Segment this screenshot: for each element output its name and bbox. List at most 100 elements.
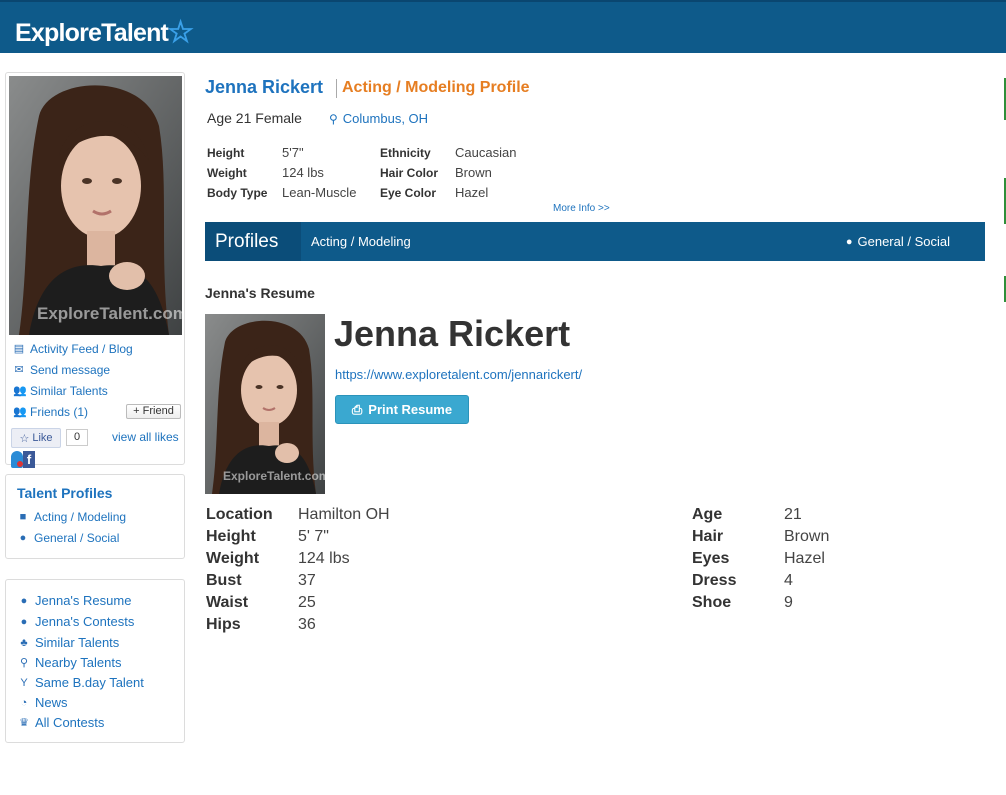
user-icon: ● bbox=[19, 532, 27, 544]
resume-height-label: Height bbox=[206, 528, 256, 545]
similar-talents-nav-link[interactable]: ♣ Similar Talents bbox=[18, 635, 119, 650]
body-type-value: Lean-Muscle bbox=[282, 185, 357, 200]
link-label: News bbox=[35, 695, 68, 710]
envelope-icon: ✉ bbox=[14, 364, 24, 376]
weight-value: 124 lbs bbox=[282, 165, 324, 180]
glass-icon: Y bbox=[20, 676, 28, 689]
profiles-tab-title: Profiles bbox=[205, 222, 301, 261]
portrait-image bbox=[9, 76, 182, 335]
button-label: Print Resume bbox=[368, 402, 453, 417]
portrait-image bbox=[205, 314, 325, 494]
location-label: Columbus, OH bbox=[342, 111, 429, 126]
profiles-bar: Profiles Acting / Modeling ● General / S… bbox=[205, 222, 985, 261]
resume-hips-value: 36 bbox=[298, 616, 316, 633]
video-camera-icon: ■ bbox=[19, 511, 27, 523]
resume-bust-value: 37 bbox=[298, 572, 316, 589]
body-type-label: Body Type bbox=[207, 186, 268, 200]
users-icon: 👥 bbox=[13, 385, 27, 397]
link-label: Similar Talents bbox=[30, 384, 108, 398]
hair-color-value: Brown bbox=[455, 165, 492, 180]
activity-feed-link[interactable]: ▤ Activity Feed / Blog bbox=[13, 342, 133, 356]
user-icon: ● bbox=[845, 235, 853, 248]
location-link[interactable]: ⚲ Columbus, OH bbox=[329, 111, 428, 126]
map-marker-icon: ⚲ bbox=[19, 656, 29, 669]
resume-age-label: Age bbox=[692, 506, 723, 523]
profile-name[interactable]: Jenna Rickert bbox=[205, 77, 323, 98]
height-label: Height bbox=[207, 146, 245, 160]
link-label: General / Social bbox=[34, 531, 120, 545]
age-gender: Age 21 Female bbox=[207, 110, 302, 126]
link-label: Send message bbox=[30, 363, 111, 377]
resume-shoe-value: 9 bbox=[784, 594, 793, 611]
resume-photo: ExploreTalent.com bbox=[205, 314, 325, 494]
resume-weight-value: 124 lbs bbox=[298, 550, 350, 567]
print-resume-button[interactable]: ⎙ Print Resume bbox=[335, 395, 469, 424]
user-icon: ● bbox=[20, 615, 28, 628]
resume-link[interactable]: ● Jenna's Resume bbox=[18, 593, 132, 608]
print-icon: ⎙ bbox=[351, 401, 363, 417]
feed-icon: ▤ bbox=[13, 343, 25, 355]
rss-icon: ◔ bbox=[20, 696, 28, 709]
resume-hair-value: Brown bbox=[784, 528, 830, 545]
height-value: 5'7" bbox=[282, 145, 304, 160]
news-link[interactable]: ◔ News bbox=[18, 695, 68, 710]
hair-color-label: Hair Color bbox=[380, 166, 439, 180]
resume-hips-label: Hips bbox=[206, 616, 241, 633]
acting-modeling-tab[interactable]: Acting / Modeling bbox=[311, 234, 411, 249]
facebook-icon[interactable]: f bbox=[23, 451, 35, 468]
friends-link[interactable]: 👥 Friends (1) bbox=[13, 405, 88, 419]
social-icons: f bbox=[11, 451, 35, 468]
add-friend-button[interactable]: + Friend bbox=[126, 404, 181, 419]
weight-label: Weight bbox=[207, 166, 247, 180]
star-icon: ☆ bbox=[19, 432, 30, 445]
like-label: Like bbox=[32, 432, 53, 444]
resume-location-value: Hamilton OH bbox=[298, 506, 390, 523]
profile-photo[interactable]: ExploreTalent.com bbox=[9, 76, 182, 335]
link-label: Acting / Modeling bbox=[34, 510, 127, 524]
view-all-likes-link[interactable]: view all likes bbox=[112, 430, 179, 444]
link-label: Activity Feed / Blog bbox=[30, 342, 133, 356]
link-label: Nearby Talents bbox=[35, 655, 122, 670]
map-marker-icon: ⚲ bbox=[329, 111, 338, 126]
resume-hair-label: Hair bbox=[692, 528, 724, 545]
link-label: Friends (1) bbox=[30, 405, 89, 419]
link-label: Jenna's Resume bbox=[35, 593, 132, 608]
explore-talent-logo[interactable]: ExploreTalent☆ bbox=[15, 14, 194, 49]
all-contests-link[interactable]: ♛ All Contests bbox=[18, 715, 104, 730]
resume-eyes-label: Eyes bbox=[692, 550, 730, 567]
like-count: 0 bbox=[66, 429, 88, 446]
ethnicity-value: Caucasian bbox=[455, 145, 517, 160]
resume-name: Jenna Rickert bbox=[334, 313, 571, 354]
profile-url-link[interactable]: https://www.exploretalent.com/jennaricke… bbox=[335, 367, 582, 382]
more-info-link[interactable]: More Info >> bbox=[553, 203, 610, 214]
link-label: Same B.day Talent bbox=[35, 675, 144, 690]
talent-profiles-title: Talent Profiles bbox=[17, 485, 113, 501]
user-icon: ● bbox=[20, 594, 28, 607]
ghost-icon[interactable] bbox=[11, 451, 23, 468]
resume-waist-label: Waist bbox=[206, 594, 249, 611]
eye-color-value: Hazel bbox=[455, 185, 489, 200]
general-social-tab[interactable]: ● General / Social bbox=[846, 234, 950, 249]
watermark: ExploreTalent.com bbox=[223, 469, 325, 483]
send-message-link[interactable]: ✉ Send message bbox=[13, 363, 110, 377]
link-label: Similar Talents bbox=[35, 635, 120, 650]
top-navbar: ExploreTalent☆ bbox=[0, 0, 1006, 53]
link-label: Jenna's Contests bbox=[35, 614, 135, 629]
similar-talents-link[interactable]: 👥 Similar Talents bbox=[13, 384, 108, 398]
trophy-icon: ♛ bbox=[19, 716, 29, 729]
resume-eyes-value: Hazel bbox=[784, 550, 825, 567]
tab-label: General / Social bbox=[857, 234, 951, 249]
same-bday-link[interactable]: Y Same B.day Talent bbox=[18, 675, 144, 690]
resume-dress-label: Dress bbox=[692, 572, 737, 589]
sitemap-icon: ♣ bbox=[20, 636, 28, 649]
nearby-talents-link[interactable]: ⚲ Nearby Talents bbox=[18, 655, 122, 670]
general-social-link[interactable]: ● General / Social bbox=[17, 531, 120, 545]
resume-heading: Jenna's Resume bbox=[205, 285, 315, 301]
ethnicity-label: Ethnicity bbox=[380, 146, 431, 160]
resume-height-value: 5' 7" bbox=[298, 528, 329, 545]
like-button[interactable]: ☆ Like bbox=[11, 428, 61, 448]
contests-link[interactable]: ● Jenna's Contests bbox=[18, 614, 135, 629]
acting-modeling-link[interactable]: ■ Acting / Modeling bbox=[17, 510, 126, 524]
resume-bust-label: Bust bbox=[206, 572, 242, 589]
resume-weight-label: Weight bbox=[206, 550, 260, 567]
